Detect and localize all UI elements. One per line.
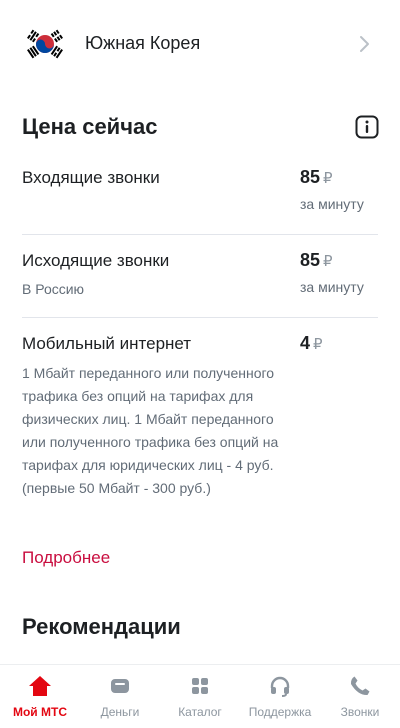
catalog-icon	[192, 678, 208, 694]
wallet-icon	[111, 679, 129, 693]
divider	[22, 234, 378, 235]
tab-money[interactable]: Деньги	[80, 665, 160, 728]
rate-price: 4 ₽	[300, 333, 323, 353]
rate-sub: 1 Мбайт переданного или полученного траф…	[22, 365, 279, 496]
price-now-title: Цена сейчас	[22, 114, 158, 139]
chevron-right-icon	[360, 36, 369, 52]
rate-sub: В Россию	[22, 281, 85, 297]
rate-unit: за минуту	[300, 196, 364, 212]
rate-unit: за минуту	[300, 279, 364, 295]
tab-calls[interactable]: Звонки	[320, 665, 400, 728]
phone-icon	[350, 676, 370, 696]
rate-price: 85 ₽	[300, 167, 333, 187]
more-details-link[interactable]: Подробнее	[22, 548, 110, 568]
rate-label: Мобильный интернет	[22, 334, 192, 353]
rate-price: 85 ₽	[300, 250, 333, 270]
bottom-tab-bar: Мой МТС Деньги Каталог Поддержка Звонки	[0, 664, 400, 728]
divider	[22, 317, 378, 318]
recommendations-title: Рекомендации	[22, 614, 181, 639]
rate-label: Входящие звонки	[22, 168, 160, 187]
rate-label: Исходящие звонки	[22, 251, 170, 270]
tab-support[interactable]: Поддержка	[240, 665, 320, 728]
tab-catalog[interactable]: Каталог	[160, 665, 240, 728]
headset-icon	[270, 676, 290, 697]
south-korea-flag-icon	[22, 24, 68, 64]
home-icon	[29, 676, 51, 696]
country-name: Южная Корея	[85, 33, 201, 53]
tab-my-mts[interactable]: Мой МТС	[0, 665, 80, 728]
country-row[interactable]: Южная Корея	[0, 0, 400, 90]
info-icon[interactable]	[355, 115, 379, 139]
